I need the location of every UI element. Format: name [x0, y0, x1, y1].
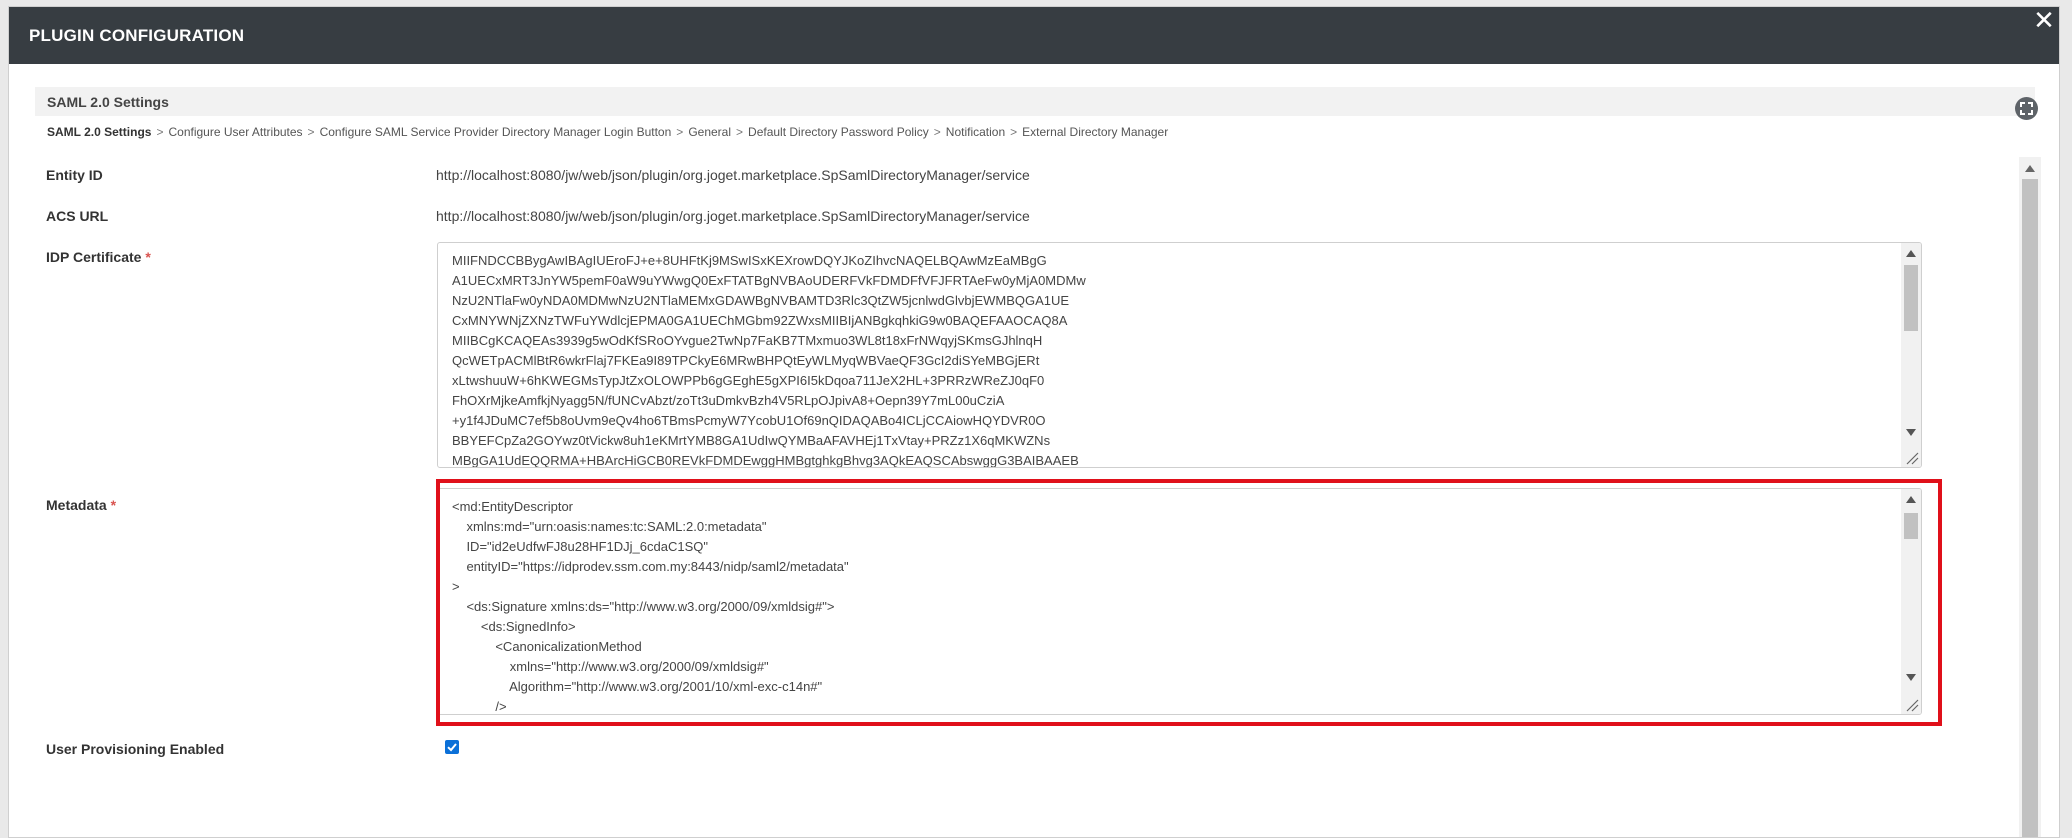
metadata-label-text: Metadata [46, 497, 107, 513]
scrollbar-thumb[interactable] [1904, 265, 1918, 331]
breadcrumb-separator: > [1010, 125, 1018, 139]
scroll-up-icon[interactable] [2025, 165, 2035, 172]
metadata-line: ID="id2eUdfwFJ8u28HF1DJj_6cdaC1SQ" [452, 539, 708, 554]
metadata-line: xmlns:md="urn:oasis:names:tc:SAML:2.0:me… [452, 519, 767, 534]
metadata-scrollbar[interactable] [1901, 489, 1921, 714]
metadata-label: Metadata * [46, 497, 116, 513]
close-icon[interactable]: ✕ [2033, 8, 2055, 34]
idp-certificate-label-text: IDP Certificate [46, 249, 142, 265]
certificate-line: A1UECxMRT3JnYW5pemF0aW9uYWwgQ0ExFTATBgNV… [452, 273, 1086, 288]
scroll-up-icon[interactable] [1906, 496, 1916, 503]
plugin-configuration-dialog: PLUGIN CONFIGURATION ✕ SAML 2.0 Settings… [8, 6, 2060, 838]
metadata-line: > [452, 579, 460, 594]
breadcrumb-item-user-attributes[interactable]: Configure User Attributes [168, 125, 302, 139]
breadcrumb-item-saml-settings[interactable]: SAML 2.0 Settings [47, 125, 151, 139]
breadcrumb: SAML 2.0 Settings > Configure User Attribu… [47, 125, 1168, 139]
breadcrumb-separator: > [676, 125, 684, 139]
certificate-line: MIIBCgKCAQEAs3939g5wOdKfSRoOYvgue2TwNp7F… [452, 333, 1043, 348]
scroll-up-icon[interactable] [1906, 250, 1916, 257]
breadcrumb-item-login-button[interactable]: Configure SAML Service Provider Director… [320, 125, 672, 139]
resize-grip-icon[interactable] [1905, 698, 1919, 712]
idp-certificate-scrollbar[interactable] [1901, 243, 1921, 467]
breadcrumb-separator: > [933, 125, 941, 139]
required-mark: * [145, 249, 151, 265]
breadcrumb-separator: > [307, 125, 315, 139]
idp-certificate-label: IDP Certificate * [46, 249, 151, 265]
metadata-line: Algorithm="http://www.w3.org/2001/10/xml… [452, 679, 823, 694]
metadata-line: <ds:Signature xmlns:ds="http://www.w3.or… [452, 599, 835, 614]
certificate-line: xLtwshuuW+6hKWEGMsTypJtZxOLOWPPb6gGEghE5… [452, 373, 1045, 388]
certificate-line: MBgGA1UdEQQRMA+HBArcHiGCB0REVkFDMDEwggHM… [452, 453, 1079, 468]
resize-grip-icon[interactable] [1905, 451, 1919, 465]
fullscreen-icon[interactable] [2015, 97, 2038, 120]
metadata-line: /> [452, 699, 507, 714]
scrollbar-thumb[interactable] [1904, 513, 1918, 539]
certificate-line: QcWETpACMlBtR6wkrFlaj7FKEa9I89TPCkyE6MRw… [452, 353, 1040, 368]
scroll-down-icon[interactable] [1906, 674, 1916, 681]
certificate-line: FhOXrMjkeAmfkjNyagg5N/fUNCvAbzt/zoTt3uDm… [452, 393, 1005, 408]
section-header: SAML 2.0 Settings [35, 87, 2035, 116]
breadcrumb-separator: > [736, 125, 744, 139]
scroll-down-icon[interactable] [1906, 429, 1916, 436]
metadata-textarea[interactable]: <md:EntityDescriptor xmlns:md="urn:oasis… [437, 488, 1922, 715]
checkmark-icon [447, 743, 457, 752]
breadcrumb-item-password-policy[interactable]: Default Directory Password Policy [748, 125, 929, 139]
breadcrumb-item-external-directory[interactable]: External Directory Manager [1022, 125, 1168, 139]
certificate-line: MIIFNDCCBBygAwIBAgIUEroFJ+e+8UHFtKj9MSwI… [452, 253, 1047, 268]
section-title: SAML 2.0 Settings [47, 94, 169, 110]
dialog-titlebar: PLUGIN CONFIGURATION ✕ [9, 7, 2059, 64]
idp-certificate-textarea[interactable]: MIIFNDCCBBygAwIBAgIUEroFJ+e+8UHFtKj9MSwI… [437, 242, 1922, 468]
certificate-line: BBYEFCpZa2GOYwz0tVickw8uh1eKMrtYMB8GA1Ud… [452, 433, 1051, 448]
scrollbar-thumb[interactable] [2022, 179, 2038, 837]
idp-certificate-content: MIIFNDCCBBygAwIBAgIUEroFJ+e+8UHFtKj9MSwI… [452, 251, 1086, 468]
certificate-line: NzU2NTlaFw0yNDA0MDMwNzU2NTlaMEMxGDAWBgNV… [452, 293, 1070, 308]
page-scrollbar[interactable] [2019, 157, 2041, 837]
user-provisioning-checkbox[interactable] [445, 740, 459, 754]
dialog-title: PLUGIN CONFIGURATION [29, 26, 245, 45]
certificate-line: CxMNYWNjZXNzTWFuYWdlcjEPMA0GA1UEChMGbm92… [452, 313, 1068, 328]
required-mark: * [110, 497, 117, 513]
metadata-line: xmlns="http://www.w3.org/2000/09/xmldsig… [452, 659, 769, 674]
breadcrumb-item-notification[interactable]: Notification [946, 125, 1005, 139]
metadata-line: <CanonicalizationMethod [452, 639, 642, 654]
metadata-content: <md:EntityDescriptor xmlns:md="urn:oasis… [452, 497, 849, 714]
breadcrumb-item-general[interactable]: General [688, 125, 731, 139]
metadata-line: <md:EntityDescriptor [452, 499, 574, 514]
breadcrumb-separator: > [156, 125, 164, 139]
user-provisioning-label: User Provisioning Enabled [46, 741, 225, 757]
entity-id-label: Entity ID [46, 167, 103, 183]
acs-url-label: ACS URL [46, 208, 109, 224]
entity-id-value: http://localhost:8080/jw/web/json/plugin… [436, 167, 1030, 183]
certificate-line: +y1f4JDuMC7ef5b8oUvm9eQv4ho6TBmsPcmyW7Yc… [452, 413, 1046, 428]
metadata-line: entityID="https://idprodev.ssm.com.my:84… [452, 559, 849, 574]
acs-url-value: http://localhost:8080/jw/web/json/plugin… [436, 208, 1030, 224]
metadata-line: <ds:SignedInfo> [452, 619, 576, 634]
